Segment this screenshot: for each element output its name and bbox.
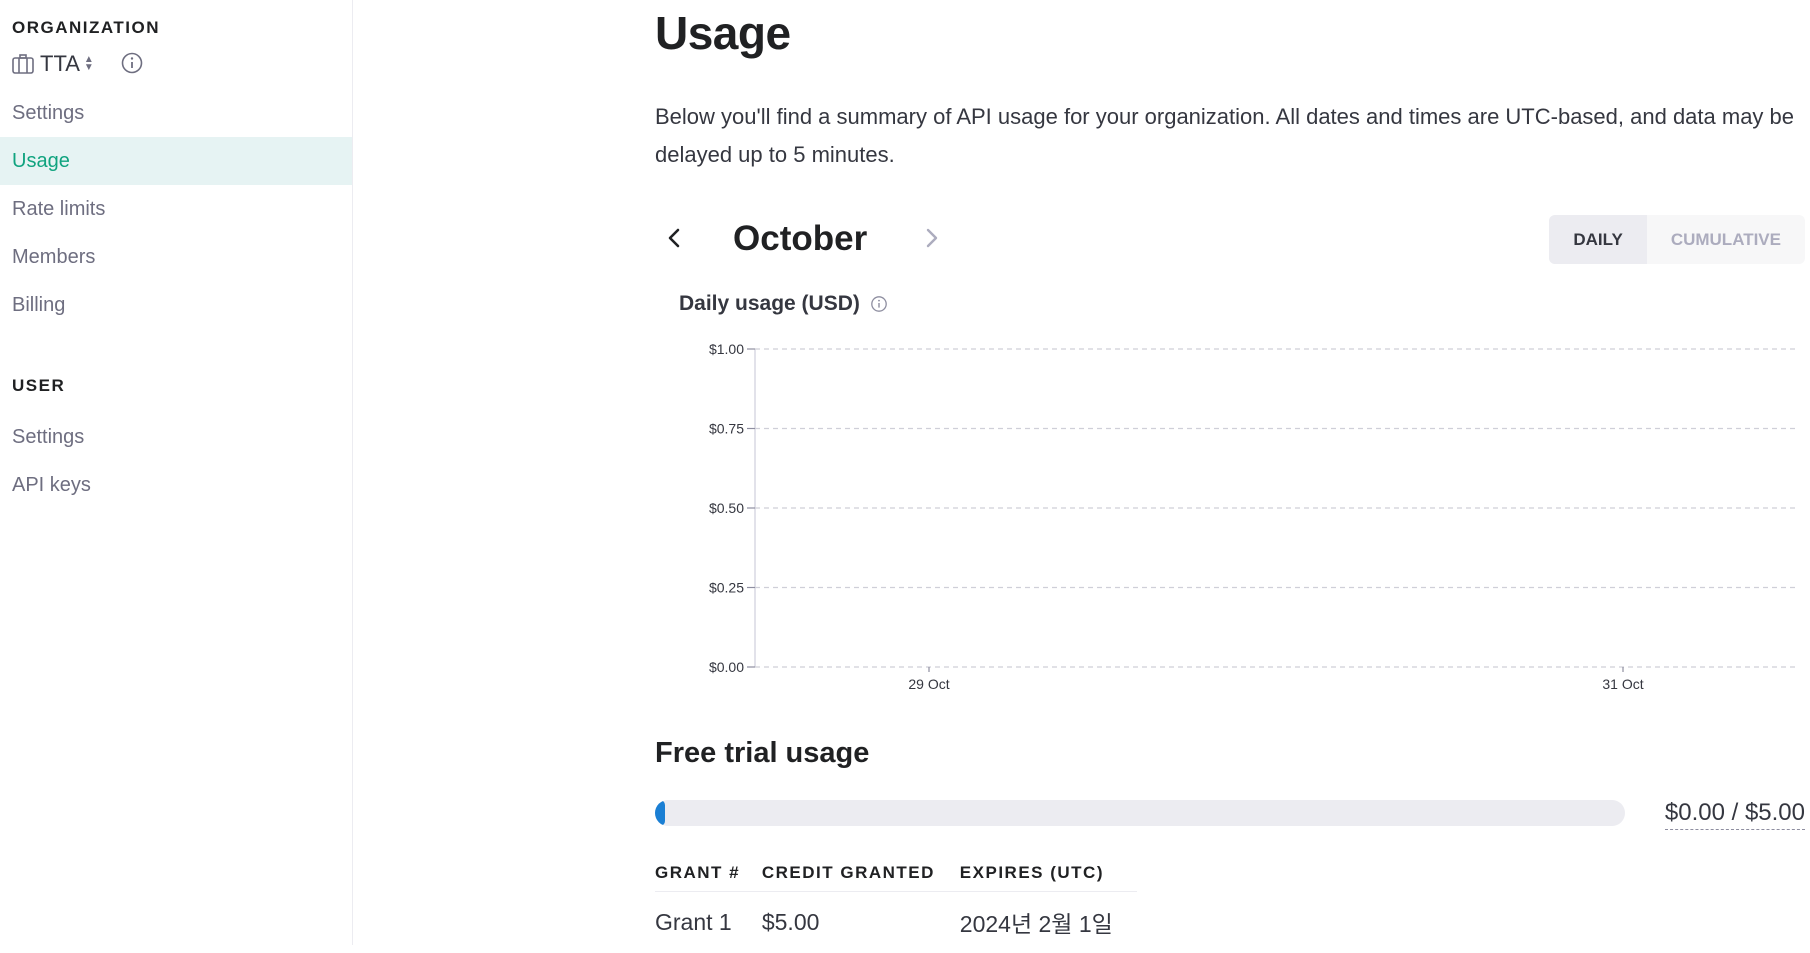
daily-toggle-button[interactable]: DAILY bbox=[1549, 215, 1647, 264]
month-title: October bbox=[733, 219, 868, 258]
y-tick-label: $0.00 bbox=[709, 659, 744, 675]
main-content: Usage Below you'll find a summary of API… bbox=[655, 0, 1805, 945]
y-tick-label: $0.50 bbox=[709, 500, 744, 516]
y-tick-label: $0.25 bbox=[709, 580, 744, 596]
chevron-left-icon bbox=[668, 228, 680, 248]
progress-fill bbox=[655, 800, 665, 826]
sidebar-item-rate-limits[interactable]: Rate limits bbox=[0, 185, 352, 233]
grant-number: Grant 1 bbox=[655, 908, 732, 935]
sidebar-item-usage[interactable]: Usage bbox=[0, 137, 352, 185]
grant-table: GRANT # CREDIT GRANTED EXPIRES (UTC) Gra… bbox=[655, 855, 1137, 953]
view-toggle: DAILY CUMULATIVE bbox=[1549, 215, 1805, 264]
expiry-date: 2024년 2월 1일 bbox=[959, 911, 1113, 938]
y-tick-label: $1.00 bbox=[709, 341, 744, 357]
table-header-row: GRANT # CREDIT GRANTED EXPIRES (UTC) bbox=[655, 855, 1137, 892]
y-tick-label: $0.75 bbox=[709, 421, 744, 437]
sidebar-item-user-settings[interactable]: Settings bbox=[0, 413, 352, 461]
chevron-updown-icon: ▲ ▼ bbox=[83, 54, 94, 73]
credit-granted: $5.00 bbox=[761, 908, 820, 935]
free-trial-title: Free trial usage bbox=[655, 737, 870, 769]
prev-month-button[interactable] bbox=[659, 223, 689, 253]
column-header-grant: GRANT # bbox=[655, 855, 762, 892]
column-header-expires: EXPIRES (UTC) bbox=[959, 855, 1137, 892]
sidebar: ORGANIZATION TTA ▲ ▼ Settings Usage Rate … bbox=[0, 0, 353, 945]
chart-heading: Daily usage (USD) bbox=[679, 292, 888, 316]
column-header-credit: CREDIT GRANTED bbox=[761, 855, 960, 892]
building-icon bbox=[12, 54, 34, 74]
x-tick-label: 29 Oct bbox=[908, 676, 949, 692]
next-month-button[interactable] bbox=[917, 223, 947, 253]
month-navigator: October DAILY CUMULATIVE bbox=[655, 215, 1805, 265]
org-switcher[interactable]: TTA ▲ ▼ bbox=[12, 50, 94, 78]
table-row: Grant 1 $5.00 2024년 2월 1일 bbox=[655, 891, 1137, 953]
free-trial-amount[interactable]: $0.00 / $5.00 bbox=[1664, 799, 1805, 830]
org-name: TTA bbox=[40, 51, 80, 76]
page-title: Usage bbox=[655, 7, 791, 59]
info-icon[interactable] bbox=[870, 295, 888, 313]
sidebar-item-org-settings[interactable]: Settings bbox=[0, 89, 352, 137]
cumulative-toggle-button[interactable]: CUMULATIVE bbox=[1647, 215, 1805, 264]
daily-usage-chart: $1.00 $0.75 $0.50 $0.25 $0.00 29 Oct 31 Oct bbox=[709, 341, 1797, 692]
sidebar-item-api-keys[interactable]: API keys bbox=[0, 461, 352, 509]
chart-title: Daily usage (USD) bbox=[679, 292, 860, 315]
x-tick-label: 31 Oct bbox=[1602, 676, 1643, 692]
sidebar-item-billing[interactable]: Billing bbox=[0, 281, 352, 329]
intro-text: Below you'll find a summary of API usage… bbox=[655, 104, 1795, 167]
free-trial-progress-bar bbox=[655, 800, 1625, 826]
organization-heading: ORGANIZATION bbox=[12, 18, 161, 37]
chevron-right-icon bbox=[926, 228, 938, 248]
info-icon[interactable] bbox=[120, 51, 144, 75]
user-heading: USER bbox=[12, 376, 66, 395]
sidebar-item-members[interactable]: Members bbox=[0, 233, 352, 281]
